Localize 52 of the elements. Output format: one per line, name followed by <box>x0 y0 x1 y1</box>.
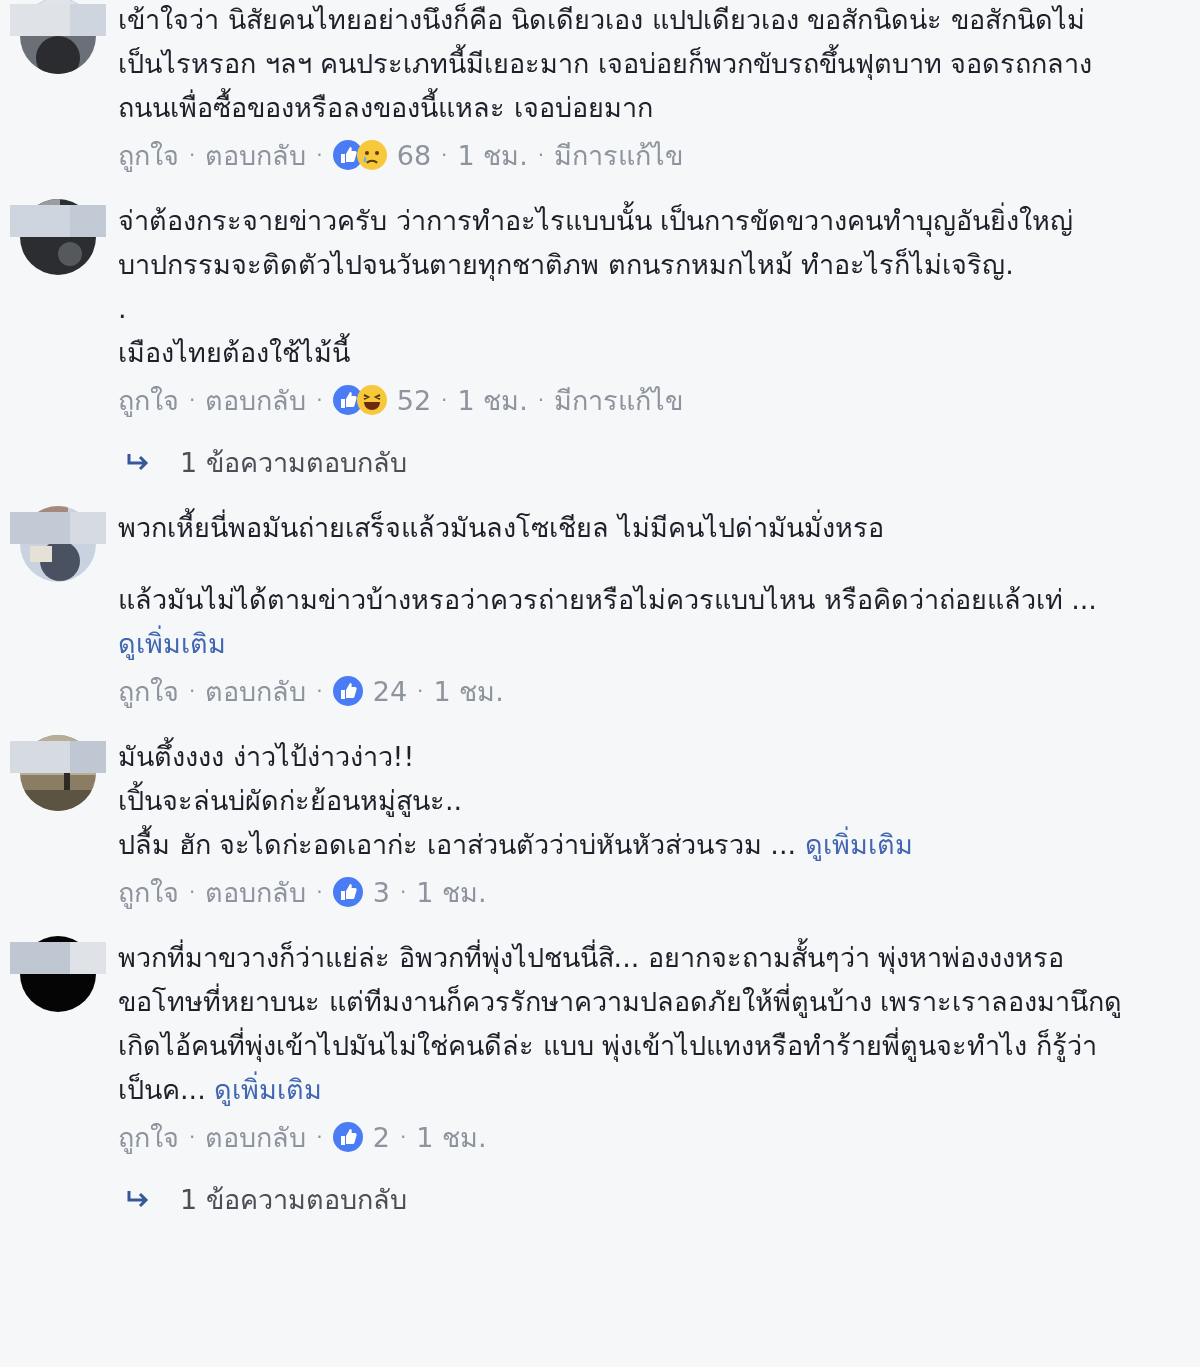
sad-face-icon <box>356 140 387 170</box>
timestamp: 1 ชม. <box>416 1120 487 1155</box>
separator-dot: · <box>316 388 323 412</box>
timestamp: 1 ชม. <box>416 875 487 910</box>
thumbs-up-icon <box>332 1122 363 1152</box>
action-link[interactable]: มีการแก้ไข <box>554 378 684 422</box>
separator-dot: · <box>189 388 196 412</box>
comment-text: เข้าใจว่า นิสัยคนไทยอย่างนึงก็คือ นิดเดียวเอง แปปเดียวเอง ขอสักนิดน่ะ ขอสักนิดไม่เป็นไรหรอก ฯลฯ คนประเภทนี้มีเยอะมาก เจอบ่อยก็พวกขับรถขึ้นฟุตบาท จอดรถกลางถนนเพื่อซื้อของหรือลงของนี้แหละ เจอบ่อยมาก <box>118 4 1093 123</box>
comment-text: แล้วมันไม่ได้ตามข่าวบ้างหรอว่าควรถ่ายหรือไม่ควรแบบไหน หรือคิดว่าถ่อยแล้วเท่ ... ดูเพิ่มเติม <box>118 583 1098 662</box>
timestamp: 1 ชม. <box>457 138 528 173</box>
reaction-count[interactable]: 3 <box>372 876 390 908</box>
separator-dot: · <box>189 679 196 703</box>
action-link[interactable]: ตอบกลับ <box>205 669 307 713</box>
timestamp: 1 ชม. <box>433 674 504 709</box>
separator-dot: · <box>537 143 545 167</box>
action-link[interactable]: ถูกใจ <box>118 1115 179 1159</box>
comment-text: ปลื้ม ฮัก จะไดก่ะอดเอาก่ะ เอาส่วนตัวว่าบ่หันหัวส่วนรวม ... ดูเพิ่มเติม <box>118 823 1138 867</box>
separator-dot: · <box>189 880 196 904</box>
action-link[interactable]: ตอบกลับ <box>205 1115 307 1159</box>
action-link[interactable]: ตอบกลับ <box>205 378 307 422</box>
comment-text: . <box>118 292 128 326</box>
separator-dot: · <box>316 1125 323 1149</box>
comment-text: เปิ้นจะล่นบ่ผัดก่ะย้อนหมู่สูนะ.. <box>118 779 1138 823</box>
thumbs-up-icon <box>332 676 363 706</box>
action-link[interactable]: ถูกใจ <box>118 669 179 713</box>
action-link[interactable]: ถูกใจ <box>118 378 179 422</box>
replies-link[interactable]: 1 ข้อความตอบกลับ <box>180 1177 407 1221</box>
action-link[interactable]: ตอบกลับ <box>205 870 307 914</box>
action-link[interactable]: ถูกใจ <box>118 133 179 177</box>
separator-dot: · <box>441 143 448 167</box>
separator-dot: · <box>441 388 448 412</box>
thumbs-up-icon <box>332 877 363 907</box>
separator-dot: · <box>399 1125 407 1149</box>
timestamp: 1 ชม. <box>457 383 528 418</box>
action-link[interactable]: ถูกใจ <box>118 870 179 914</box>
reaction-count[interactable]: 68 <box>396 139 432 171</box>
separator-dot: · <box>537 388 545 412</box>
separator-dot: · <box>417 679 424 703</box>
laughing-face-icon <box>356 385 387 415</box>
separator-dot: · <box>316 880 323 904</box>
reaction-count[interactable]: 24 <box>372 675 408 707</box>
separator-dot: · <box>399 880 407 904</box>
separator-dot: · <box>316 143 323 167</box>
replies-link[interactable]: 1 ข้อความตอบกลับ <box>180 440 407 484</box>
reaction-count[interactable]: 52 <box>396 384 432 416</box>
action-link[interactable]: มีการแก้ไข <box>554 133 684 177</box>
action-link[interactable]: ตอบกลับ <box>205 133 307 177</box>
separator-dot: · <box>189 143 196 167</box>
reaction-count[interactable]: 2 <box>372 1121 390 1153</box>
separator-dot: · <box>316 679 323 703</box>
separator-dot: · <box>189 1125 196 1149</box>
comment-text: เมืองไทยต้องใช้ไม้นี้ <box>118 331 1138 375</box>
